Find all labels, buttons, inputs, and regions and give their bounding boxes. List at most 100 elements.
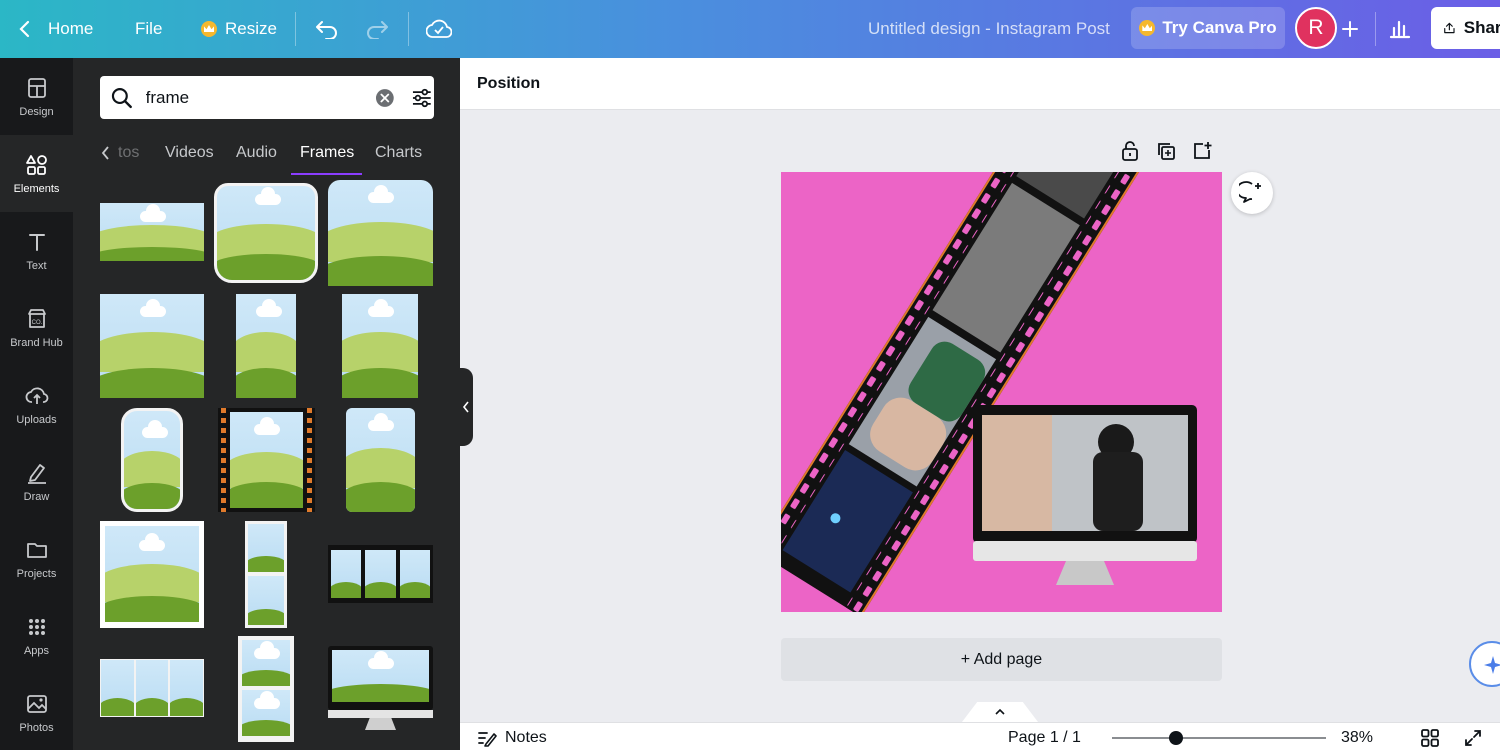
folder-icon <box>26 542 47 558</box>
hill-shape <box>124 483 180 509</box>
film-frame-window <box>230 412 303 508</box>
cloud-shape <box>368 185 394 203</box>
tab-charts[interactable]: Charts <box>375 132 422 174</box>
share-upload-icon <box>1444 22 1455 34</box>
photo-strip-window <box>248 524 284 572</box>
context-toolbar: Position <box>460 58 1500 110</box>
resize-button[interactable]: Resize <box>201 0 277 58</box>
rail-item-projects[interactable]: Projects <box>0 520 73 597</box>
share-button[interactable]: Share <box>1431 7 1500 49</box>
crown-icon <box>201 21 217 37</box>
rail-item-apps[interactable]: Apps <box>0 597 73 674</box>
hill-shape <box>236 332 296 372</box>
zoom-slider-track[interactable] <box>1112 737 1326 739</box>
save-status-button[interactable] <box>426 0 452 58</box>
frame-thumbnail[interactable] <box>214 183 318 283</box>
frame-thumbnail[interactable] <box>121 408 183 512</box>
duplicate-page-icon[interactable] <box>1155 140 1177 162</box>
brand-icon: CO. <box>27 308 46 328</box>
add-comment-button[interactable] <box>1231 172 1273 214</box>
show-pages-button[interactable] <box>962 702 1038 722</box>
chevron-left-icon[interactable] <box>100 145 112 161</box>
top-toolbar: Home File Resize Untitled design - Insta… <box>0 0 1500 58</box>
user-avatar[interactable]: R <box>1295 7 1337 49</box>
file-menu-button[interactable]: File <box>135 0 162 58</box>
tab-audio[interactable]: Audio <box>236 132 277 174</box>
hill-shape <box>342 332 418 372</box>
hill-shape <box>332 684 429 702</box>
home-button[interactable]: Home <box>18 0 93 58</box>
grid-view-button[interactable] <box>1421 722 1439 750</box>
collapse-panel-button[interactable] <box>458 368 473 446</box>
desktop-frame-thumbnail[interactable] <box>328 646 433 732</box>
rail-label-projects: Projects <box>16 567 57 580</box>
fullscreen-button[interactable] <box>1464 722 1482 750</box>
tab-videos[interactable]: Videos <box>165 132 214 174</box>
triple-frame-window <box>101 660 134 716</box>
tab-frames[interactable]: Frames <box>300 132 354 174</box>
hill-shape <box>100 368 204 398</box>
tab-photos[interactable]: tos <box>118 132 139 174</box>
frame-thumbnail[interactable] <box>342 294 418 398</box>
hill-shape <box>230 482 303 508</box>
search-input[interactable] <box>145 87 356 108</box>
hill-shape <box>100 332 204 372</box>
frame-thumbnail[interactable] <box>346 408 415 512</box>
hill-shape <box>342 368 418 398</box>
filter-sliders-icon[interactable] <box>410 86 434 110</box>
film-frame-thumbnail[interactable] <box>218 408 315 512</box>
frame-thumbnail[interactable] <box>100 294 204 398</box>
triple-frame-thumbnail[interactable] <box>100 659 204 717</box>
add-page-button[interactable]: + Add page <box>781 638 1222 681</box>
notes-button[interactable]: Notes <box>477 722 547 750</box>
insights-button[interactable] <box>1389 0 1411 58</box>
try-canva-pro-button[interactable]: Try Canva Pro <box>1131 7 1285 49</box>
polaroid-frame-thumbnail[interactable] <box>100 521 204 628</box>
home-label: Home <box>48 19 94 38</box>
add-page-icon[interactable] <box>1191 140 1213 162</box>
redo-button[interactable] <box>365 0 389 58</box>
document-title[interactable]: Untitled design - Instagram Post <box>868 0 1110 58</box>
rail-item-text[interactable]: Text <box>0 212 73 289</box>
cloud-shape <box>368 651 394 669</box>
position-button[interactable]: Position <box>477 75 540 93</box>
hill-shape <box>100 247 204 261</box>
photo-strip-thumbnail[interactable] <box>245 521 287 628</box>
zoom-level[interactable]: 38% <box>1341 722 1373 750</box>
grid-icon <box>28 618 45 635</box>
canvas-artwork <box>781 172 1197 612</box>
design-canvas[interactable] <box>781 172 1222 612</box>
lock-icon[interactable] <box>1119 140 1141 162</box>
image-icon <box>26 694 47 713</box>
search-box <box>100 76 434 119</box>
rail-item-uploads[interactable]: Uploads <box>0 366 73 443</box>
expand-icon <box>1465 730 1481 746</box>
sparkle-icon <box>1484 656 1500 674</box>
rail-item-photos[interactable]: Photos <box>0 674 73 750</box>
rail-item-brand-hub[interactable]: CO. Brand Hub <box>0 289 73 366</box>
rail-label-uploads: Uploads <box>16 413 57 426</box>
toolbar-divider <box>1375 12 1376 46</box>
rail-item-draw[interactable]: Draw <box>0 443 73 520</box>
hill-shape <box>217 254 315 280</box>
try-pro-label: Try Canva Pro <box>1162 18 1277 37</box>
plus-icon <box>1342 21 1358 37</box>
clear-search-icon[interactable] <box>374 87 396 109</box>
rail-label-photos: Photos <box>19 721 54 734</box>
magic-assistant-button[interactable] <box>1469 641 1500 687</box>
rail-item-elements[interactable]: Elements <box>0 135 73 212</box>
photo-strip-thumbnail[interactable] <box>238 636 294 742</box>
page-indicator[interactable]: Page 1 / 1 <box>1008 722 1081 750</box>
chevron-up-icon <box>995 708 1005 715</box>
hill-shape <box>124 451 180 487</box>
frame-thumbnail[interactable] <box>100 203 204 261</box>
add-collaborator-button[interactable] <box>1341 0 1359 58</box>
rail-label-apps: Apps <box>23 644 50 657</box>
bar-chart-icon <box>1389 20 1411 39</box>
rail-item-design[interactable]: Design <box>0 58 73 135</box>
frame-thumbnail[interactable] <box>236 294 296 398</box>
triple-frame-thumbnail[interactable] <box>328 545 433 603</box>
undo-button[interactable] <box>315 0 339 58</box>
desktop-chin <box>328 710 433 718</box>
frame-thumbnail[interactable] <box>328 180 433 286</box>
